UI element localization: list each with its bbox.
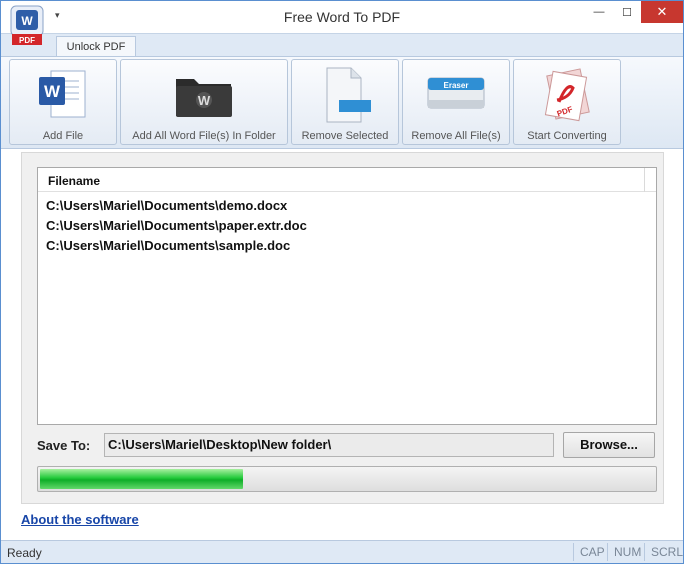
ribbon-toolbar: W Add File W Add All Word File(s) In Fol…: [1, 56, 683, 149]
caps-lock-indicator: CAP: [573, 543, 605, 561]
column-separator[interactable]: [644, 168, 645, 192]
remove-all-button[interactable]: Eraser Remove All File(s): [402, 59, 510, 145]
app-icon-badge: PDF: [19, 36, 35, 45]
about-link[interactable]: About the software: [21, 512, 139, 527]
word-document-icon: W: [10, 64, 116, 126]
svg-text:W: W: [198, 93, 211, 108]
ribbon-tab-strip: Unlock PDF: [1, 33, 683, 59]
folder-icon: W: [121, 64, 287, 126]
list-item[interactable]: C:\Users\Mariel\Documents\paper.extr.doc: [46, 216, 307, 236]
add-folder-label: Add All Word File(s) In Folder: [132, 130, 276, 142]
eraser-icon: Eraser: [403, 64, 509, 126]
add-file-button[interactable]: W Add File: [9, 59, 117, 145]
start-converting-button[interactable]: PDF Start Converting: [513, 59, 621, 145]
browse-button[interactable]: Browse...: [563, 432, 655, 458]
column-header-filename[interactable]: Filename: [48, 174, 100, 188]
app-logo-icon[interactable]: W PDF: [9, 4, 47, 46]
minimize-button[interactable]: —: [585, 1, 613, 23]
maximize-button[interactable]: ☐: [613, 1, 641, 23]
list-item[interactable]: C:\Users\Mariel\Documents\demo.docx: [46, 196, 307, 216]
file-list-header: Filename: [38, 168, 656, 192]
file-rows: C:\Users\Mariel\Documents\demo.docx C:\U…: [46, 196, 307, 256]
main-panel: Filename C:\Users\Mariel\Documents\demo.…: [21, 152, 664, 504]
window-title: Free Word To PDF: [283, 9, 401, 25]
list-item[interactable]: C:\Users\Mariel\Documents\sample.doc: [46, 236, 307, 256]
pdf-convert-icon: PDF: [514, 64, 620, 126]
num-lock-indicator: NUM: [607, 543, 641, 561]
status-text: Ready: [7, 546, 42, 560]
progress-fill: [40, 469, 243, 489]
add-file-label: Add File: [42, 130, 84, 142]
remove-selected-label: Remove Selected: [301, 130, 389, 142]
app-window: W PDF ▾ Free Word To PDF — ☐ ✕ Unlock PD…: [0, 0, 684, 564]
scroll-lock-indicator: SCRL: [644, 543, 683, 561]
svg-text:W: W: [44, 82, 61, 101]
save-path-field[interactable]: C:\Users\Mariel\Desktop\New folder\: [104, 433, 554, 457]
status-bar: Ready CAP NUM SCRL: [1, 540, 683, 563]
remove-selected-button[interactable]: Remove Selected: [291, 59, 399, 145]
close-button[interactable]: ✕: [641, 1, 683, 23]
conversion-progress-bar: [37, 466, 657, 492]
remove-page-icon: [292, 64, 398, 126]
file-list[interactable]: Filename C:\Users\Mariel\Documents\demo.…: [37, 167, 657, 425]
add-folder-button[interactable]: W Add All Word File(s) In Folder: [120, 59, 288, 145]
start-converting-label: Start Converting: [527, 130, 607, 142]
save-to-label: Save To:: [37, 438, 91, 453]
eraser-text: Eraser: [444, 81, 469, 90]
main-content: Filename C:\Users\Mariel\Documents\demo.…: [1, 150, 683, 540]
title-bar: W PDF ▾ Free Word To PDF — ☐ ✕: [1, 1, 683, 45]
remove-all-label: Remove All File(s): [411, 130, 501, 142]
svg-text:W: W: [21, 14, 33, 28]
